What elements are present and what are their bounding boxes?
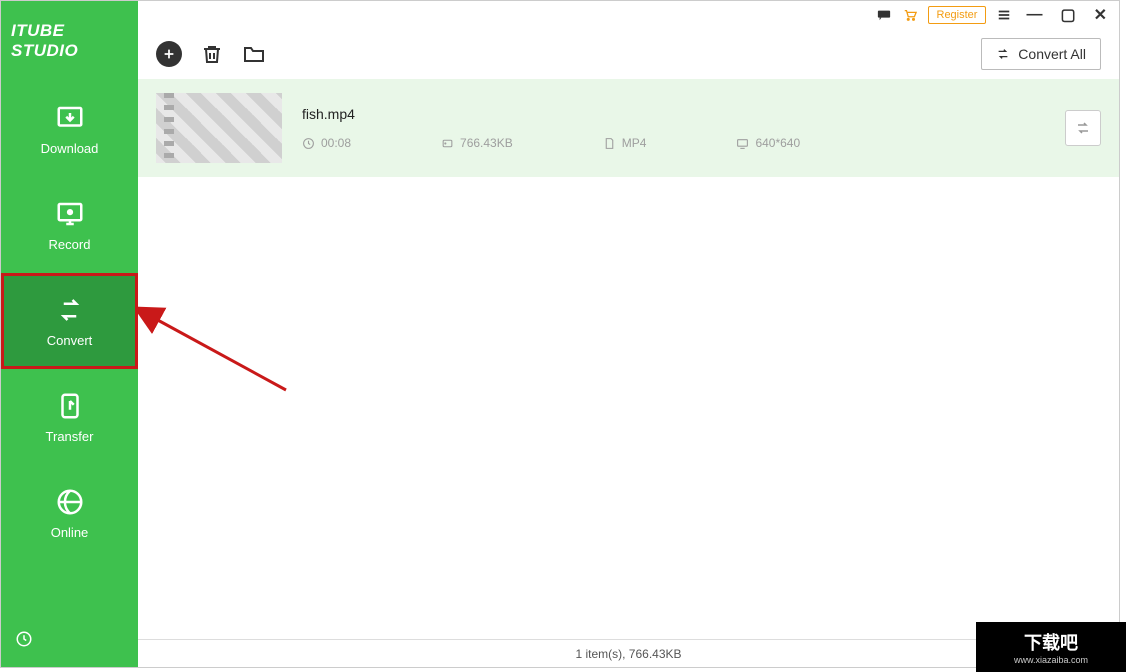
status-text: 1 item(s), 766.43KB (575, 647, 681, 661)
sidebar-item-label: Convert (47, 333, 93, 348)
statusbar: 1 item(s), 766.43KB (138, 639, 1119, 667)
sidebar-item-record[interactable]: Record (1, 177, 138, 273)
file-icon (603, 137, 616, 150)
meta-size: 766.43KB (441, 136, 513, 150)
sidebar-item-label: Online (51, 525, 89, 540)
meta-resolution: 640*640 (736, 136, 800, 150)
sidebar-footer (1, 616, 138, 667)
toolbar-left (156, 41, 266, 67)
download-icon (52, 103, 88, 133)
add-button[interactable] (156, 41, 182, 67)
delete-icon[interactable] (200, 42, 224, 66)
folder-icon[interactable] (242, 42, 266, 66)
transfer-icon (52, 391, 88, 421)
sidebar-item-convert[interactable]: Convert (1, 273, 138, 369)
meta-duration: 00:08 (302, 136, 351, 150)
file-info: fish.mp4 00:08 766.43KB MP4 (302, 106, 1045, 150)
refresh-small-icon (1075, 120, 1091, 136)
file-list: fish.mp4 00:08 766.43KB MP4 (138, 79, 1119, 639)
register-button[interactable]: Register (928, 6, 987, 24)
clock-icon[interactable] (15, 630, 33, 648)
sidebar-item-label: Transfer (46, 429, 94, 444)
minimize-button[interactable]: — (1022, 6, 1046, 24)
file-name: fish.mp4 (302, 106, 1045, 122)
sidebar: ITUBE STUDIO Download Record Convert (1, 1, 138, 667)
meta-format: MP4 (603, 136, 647, 150)
record-icon (52, 199, 88, 229)
convert-icon (52, 295, 88, 325)
refresh-icon (996, 47, 1010, 61)
clock-small-icon (302, 137, 315, 150)
cart-icon[interactable] (902, 7, 918, 23)
maximize-button[interactable]: ▢ (1056, 5, 1079, 25)
screen-icon (736, 137, 749, 150)
plus-icon (162, 47, 176, 61)
file-thumbnail (156, 93, 282, 163)
menu-icon[interactable] (996, 7, 1012, 23)
online-icon (52, 487, 88, 517)
sidebar-item-label: Download (41, 141, 99, 156)
sidebar-item-online[interactable]: Online (1, 465, 138, 561)
file-meta: 00:08 766.43KB MP4 640*640 (302, 136, 1045, 150)
chat-icon[interactable] (876, 7, 892, 23)
titlebar: Register — ▢ ✕ (138, 1, 1119, 29)
main-area: Register — ▢ ✕ Convert All (138, 1, 1119, 667)
disk-icon (441, 137, 454, 150)
sidebar-item-download[interactable]: Download (1, 81, 138, 177)
convert-all-button[interactable]: Convert All (981, 38, 1101, 70)
app-logo: ITUBE STUDIO (1, 1, 138, 81)
convert-all-label: Convert All (1018, 46, 1086, 62)
sidebar-item-label: Record (49, 237, 91, 252)
row-convert-button[interactable] (1065, 110, 1101, 146)
app-window: ITUBE STUDIO Download Record Convert (0, 0, 1120, 668)
file-row[interactable]: fish.mp4 00:08 766.43KB MP4 (138, 79, 1119, 177)
toolbar: Convert All (138, 29, 1119, 79)
sidebar-item-transfer[interactable]: Transfer (1, 369, 138, 465)
close-button[interactable]: ✕ (1090, 5, 1111, 25)
